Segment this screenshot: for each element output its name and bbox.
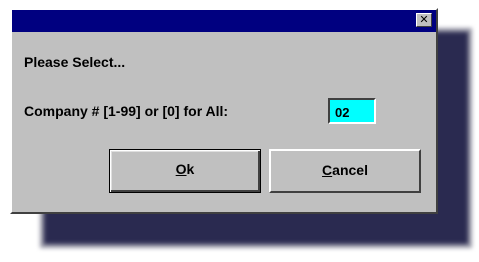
prompt-text: Please Select...: [24, 54, 126, 70]
ok-label-rest: k: [186, 161, 195, 177]
company-number-input[interactable]: [328, 98, 376, 124]
cancel-mnemonic: C: [322, 162, 333, 178]
company-select-dialog: ✕ Please Select... Company # [1-99] or […: [10, 8, 438, 214]
cancel-label-rest: ancel: [332, 162, 368, 178]
cancel-button[interactable]: Cancel: [269, 149, 421, 193]
close-button[interactable]: ✕: [416, 13, 432, 27]
company-number-label: Company # [1-99] or [0] for All:: [24, 103, 229, 119]
title-bar[interactable]: ✕: [12, 10, 436, 32]
ok-button[interactable]: Ok: [109, 149, 261, 193]
close-icon: ✕: [419, 13, 429, 26]
screen: ✕ Please Select... Company # [1-99] or […: [0, 0, 479, 262]
ok-mnemonic: O: [175, 161, 187, 177]
